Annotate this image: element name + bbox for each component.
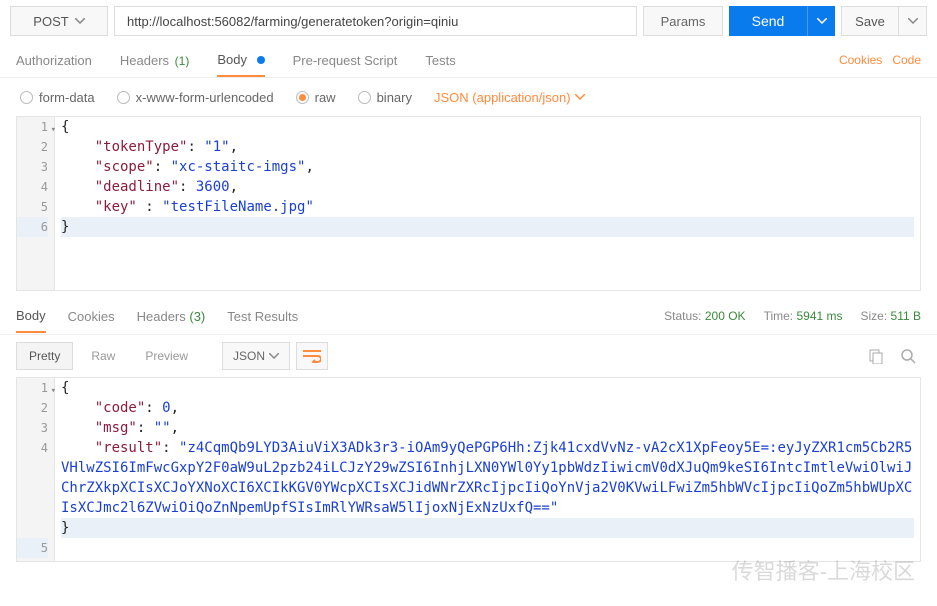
resp-tab-cookies[interactable]: Cookies: [68, 299, 115, 332]
chevron-down-icon: [75, 18, 85, 24]
response-tabs: Body Cookies Headers (3) Test Results St…: [0, 297, 937, 335]
resp-tab-headers[interactable]: Headers (3): [137, 299, 206, 332]
line-gutter: 1▾ 2345 6: [17, 117, 55, 290]
fold-icon[interactable]: ▾: [51, 381, 56, 401]
cookies-link[interactable]: Cookies: [839, 53, 882, 67]
response-meta: Status: 200 OK Time: 5941 ms Size: 511 B: [664, 309, 921, 323]
tab-prerequest[interactable]: Pre-request Script: [293, 44, 398, 76]
request-toolbar: POST Params Send Save: [0, 0, 937, 42]
copy-icon: [868, 348, 884, 364]
request-body-editor[interactable]: 1▾ 2345 6 { "tokenType": "1", "scope": "…: [16, 116, 921, 291]
radio-xwww[interactable]: x-www-form-urlencoded: [117, 90, 274, 105]
chevron-down-icon: [269, 353, 279, 359]
response-format-select[interactable]: JSON: [222, 342, 290, 370]
tab-headers[interactable]: Headers (1): [120, 44, 189, 76]
time-badge: Time: 5941 ms: [764, 309, 843, 323]
content-type-select[interactable]: JSON (application/json): [434, 90, 585, 105]
url-input[interactable]: [114, 6, 637, 36]
radio-icon: [358, 91, 371, 104]
unsaved-dot-icon: [257, 56, 265, 64]
send-group: Send: [729, 6, 835, 36]
radio-icon: [296, 91, 309, 104]
search-icon: [900, 348, 916, 364]
radio-raw[interactable]: raw: [296, 90, 336, 105]
code-area: { "code": 0, "msg": "", "result": "z4Cqm…: [55, 378, 920, 561]
tab-authorization[interactable]: Authorization: [16, 44, 92, 76]
code-area: { "tokenType": "1", "scope": "xc-staitc-…: [55, 117, 920, 290]
pretty-button[interactable]: Pretty: [16, 342, 73, 370]
params-button[interactable]: Params: [643, 6, 723, 36]
tab-tests[interactable]: Tests: [425, 44, 455, 76]
view-mode-row: Pretty Raw Preview JSON: [0, 335, 937, 377]
http-method-label: POST: [33, 14, 68, 29]
status-badge: Status: 200 OK: [664, 309, 745, 323]
radio-formdata[interactable]: form-data: [20, 90, 95, 105]
wrap-lines-button[interactable]: [296, 342, 328, 370]
raw-button[interactable]: Raw: [79, 342, 127, 370]
code-link[interactable]: Code: [892, 53, 921, 67]
send-button[interactable]: Send: [729, 6, 807, 36]
fold-icon[interactable]: ▾: [51, 120, 56, 140]
radio-icon: [20, 91, 33, 104]
resp-tab-body[interactable]: Body: [16, 298, 46, 333]
preview-button[interactable]: Preview: [133, 342, 200, 370]
request-tabs: Authorization Headers (1) Body Pre-reque…: [0, 42, 937, 78]
save-dropdown[interactable]: [899, 6, 927, 36]
body-type-row: form-data x-www-form-urlencoded raw bina…: [0, 78, 937, 116]
search-button[interactable]: [895, 343, 921, 369]
copy-button[interactable]: [863, 343, 889, 369]
resp-tab-tests[interactable]: Test Results: [227, 299, 298, 332]
radio-icon: [117, 91, 130, 104]
right-links: Cookies Code: [839, 53, 921, 67]
line-gutter: 1▾ 234 5: [17, 378, 55, 561]
radio-binary[interactable]: binary: [358, 90, 412, 105]
http-method-select[interactable]: POST: [10, 6, 108, 36]
tab-body[interactable]: Body: [217, 43, 264, 77]
wrap-icon: [303, 349, 321, 363]
save-button[interactable]: Save: [841, 6, 899, 36]
save-group: Save: [841, 6, 927, 36]
send-dropdown[interactable]: [807, 6, 835, 36]
response-body-editor[interactable]: 1▾ 234 5 { "code": 0, "msg": "", "result…: [16, 377, 921, 562]
chevron-down-icon: [575, 94, 585, 100]
chevron-down-icon: [817, 18, 827, 24]
size-badge: Size: 511 B: [861, 309, 922, 323]
chevron-down-icon: [908, 18, 918, 24]
